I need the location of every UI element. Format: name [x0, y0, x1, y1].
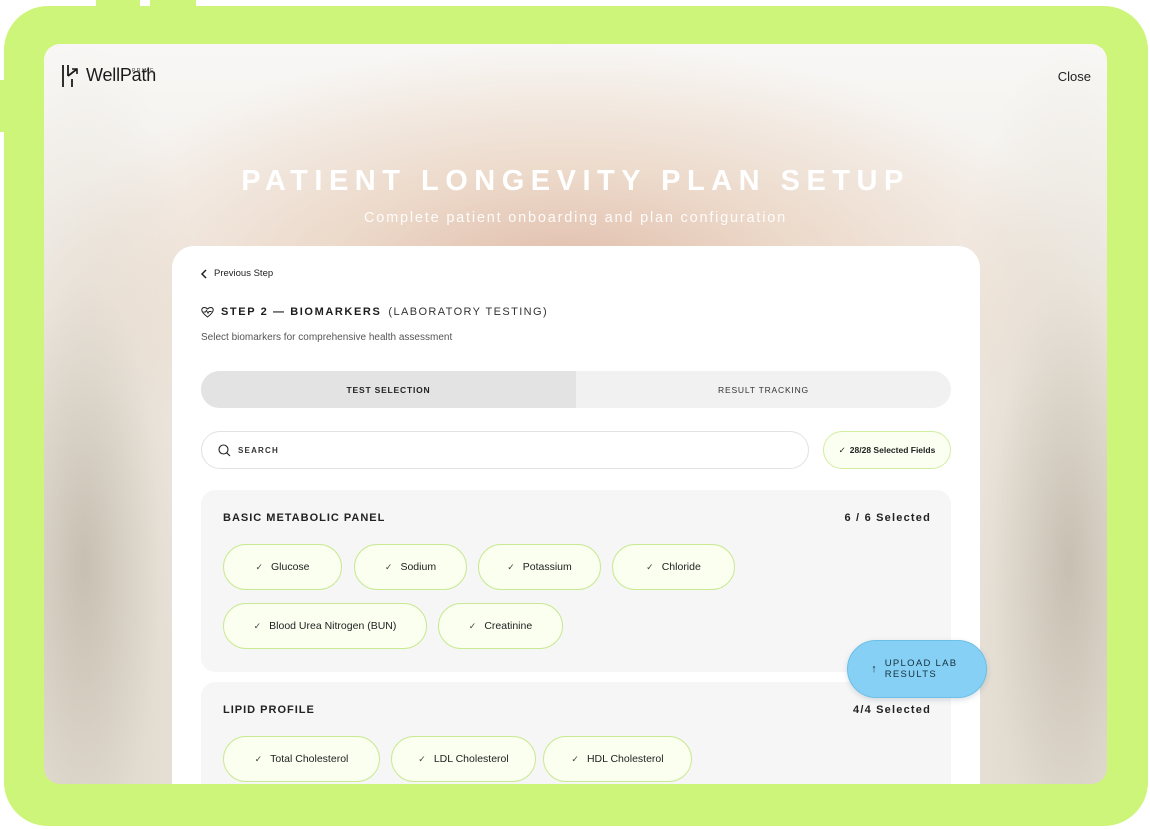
- check-icon: ✓: [384, 561, 393, 572]
- biomarker-label: LDL Cholesterol: [433, 753, 509, 765]
- biomarker-label: Creatinine: [484, 620, 533, 632]
- step-title: STEP 2 — BIOMARKERS: [221, 306, 382, 318]
- arrow-up-icon: ↑: [871, 663, 877, 675]
- wellpath-logo-icon: [62, 65, 78, 87]
- tab-test-selection[interactable]: TEST SELECTION: [201, 371, 576, 408]
- biomarker-label: Sodium: [400, 561, 437, 573]
- biomarker-label: Chloride: [661, 561, 701, 573]
- tab-bar: TEST SELECTION RESULT TRACKING: [201, 371, 951, 408]
- panel-selected-count: 6 / 6 Selected: [844, 512, 931, 524]
- search-box: [201, 431, 809, 469]
- biomarker-chip-creatinine[interactable]: ✓ Creatinine: [438, 603, 563, 649]
- biomarker-chip-glucose[interactable]: ✓ Glucose: [223, 544, 342, 590]
- biomarker-chip-hdl-cholesterol[interactable]: ✓ HDL Cholesterol: [543, 736, 692, 782]
- check-icon: ✓: [838, 444, 846, 455]
- previous-step-label: Previous Step: [214, 268, 274, 279]
- panel-selected-count: 4/4 Selected: [853, 704, 931, 716]
- biomarkers-card: Previous Step STEP 2 — BIOMARKERS (LABOR…: [172, 246, 980, 784]
- previous-step-button[interactable]: Previous Step: [200, 268, 273, 279]
- upload-lab-results-label: UPLOAD LAB RESULTS: [884, 658, 958, 680]
- check-icon: ✓: [571, 753, 579, 764]
- lipid-profile-panel: LIPID PROFILE 4/4 Selected ✓ Total Chole…: [201, 682, 951, 784]
- basic-metabolic-panel: BASIC METABOLIC PANEL 6 / 6 Selected ✓ G…: [201, 490, 951, 672]
- biomarker-chip-total-cholesterol[interactable]: ✓ Total Cholesterol: [223, 736, 380, 782]
- check-icon: ✓: [507, 561, 515, 572]
- biomarker-label: Blood Urea Nitrogen (BUN): [269, 620, 397, 632]
- check-icon: ✓: [418, 753, 426, 764]
- close-button[interactable]: Close: [1058, 69, 1091, 84]
- step-header: STEP 2 — BIOMARKERS (LABORATORY TESTING): [201, 306, 548, 318]
- biomarker-label: Glucose: [271, 561, 310, 573]
- step-description: Select biomarkers for comprehensive heal…: [201, 332, 453, 343]
- page-subtitle: Complete patient onboarding and plan con…: [364, 210, 787, 226]
- biomarker-label: HDL Cholesterol: [586, 753, 664, 765]
- biomarker-chip-chloride[interactable]: ✓ Chloride: [612, 544, 735, 590]
- check-icon: ✓: [646, 561, 654, 572]
- biomarker-chip-bun[interactable]: ✓ Blood Urea Nitrogen (BUN): [223, 603, 427, 649]
- chevron-left-icon: [200, 268, 207, 279]
- brand-logo: WellPath: [60, 62, 156, 90]
- panel-title: LIPID PROFILE: [223, 704, 315, 716]
- tab-result-tracking[interactable]: RESULT TRACKING: [576, 371, 951, 408]
- biomarker-chip-sodium[interactable]: ✓ Sodium: [354, 544, 467, 590]
- check-icon: ✓: [255, 561, 263, 572]
- upload-lab-results-button[interactable]: ↑ UPLOAD LAB RESULTS: [847, 640, 987, 698]
- biomarker-chip-potassium[interactable]: ✓ Potassium: [478, 544, 601, 590]
- check-icon: ✓: [253, 620, 262, 631]
- search-input[interactable]: [238, 445, 738, 455]
- selected-fields-badge[interactable]: ✓ 28/28 Selected Fields: [823, 431, 951, 469]
- check-icon: ✓: [468, 620, 477, 631]
- biomarker-chip-ldl-cholesterol[interactable]: ✓ LDL Cholesterol: [391, 736, 536, 782]
- brand-name: WellPath: [86, 65, 157, 85]
- panel-title: BASIC METABOLIC PANEL: [223, 512, 386, 524]
- page-title: PATIENT LONGEVITY PLAN SETUP: [241, 165, 910, 197]
- biomarker-label: Total Cholesterol: [270, 753, 349, 765]
- search-icon: [218, 443, 231, 456]
- heart-pulse-icon: [201, 306, 214, 318]
- check-icon: ✓: [254, 753, 263, 764]
- brand-subtitle: PRIME: [132, 68, 155, 74]
- step-subtitle: (LABORATORY TESTING): [388, 306, 549, 318]
- selected-fields-label: 28/28 Selected Fields: [849, 445, 936, 455]
- biomarker-label: Potassium: [522, 561, 572, 573]
